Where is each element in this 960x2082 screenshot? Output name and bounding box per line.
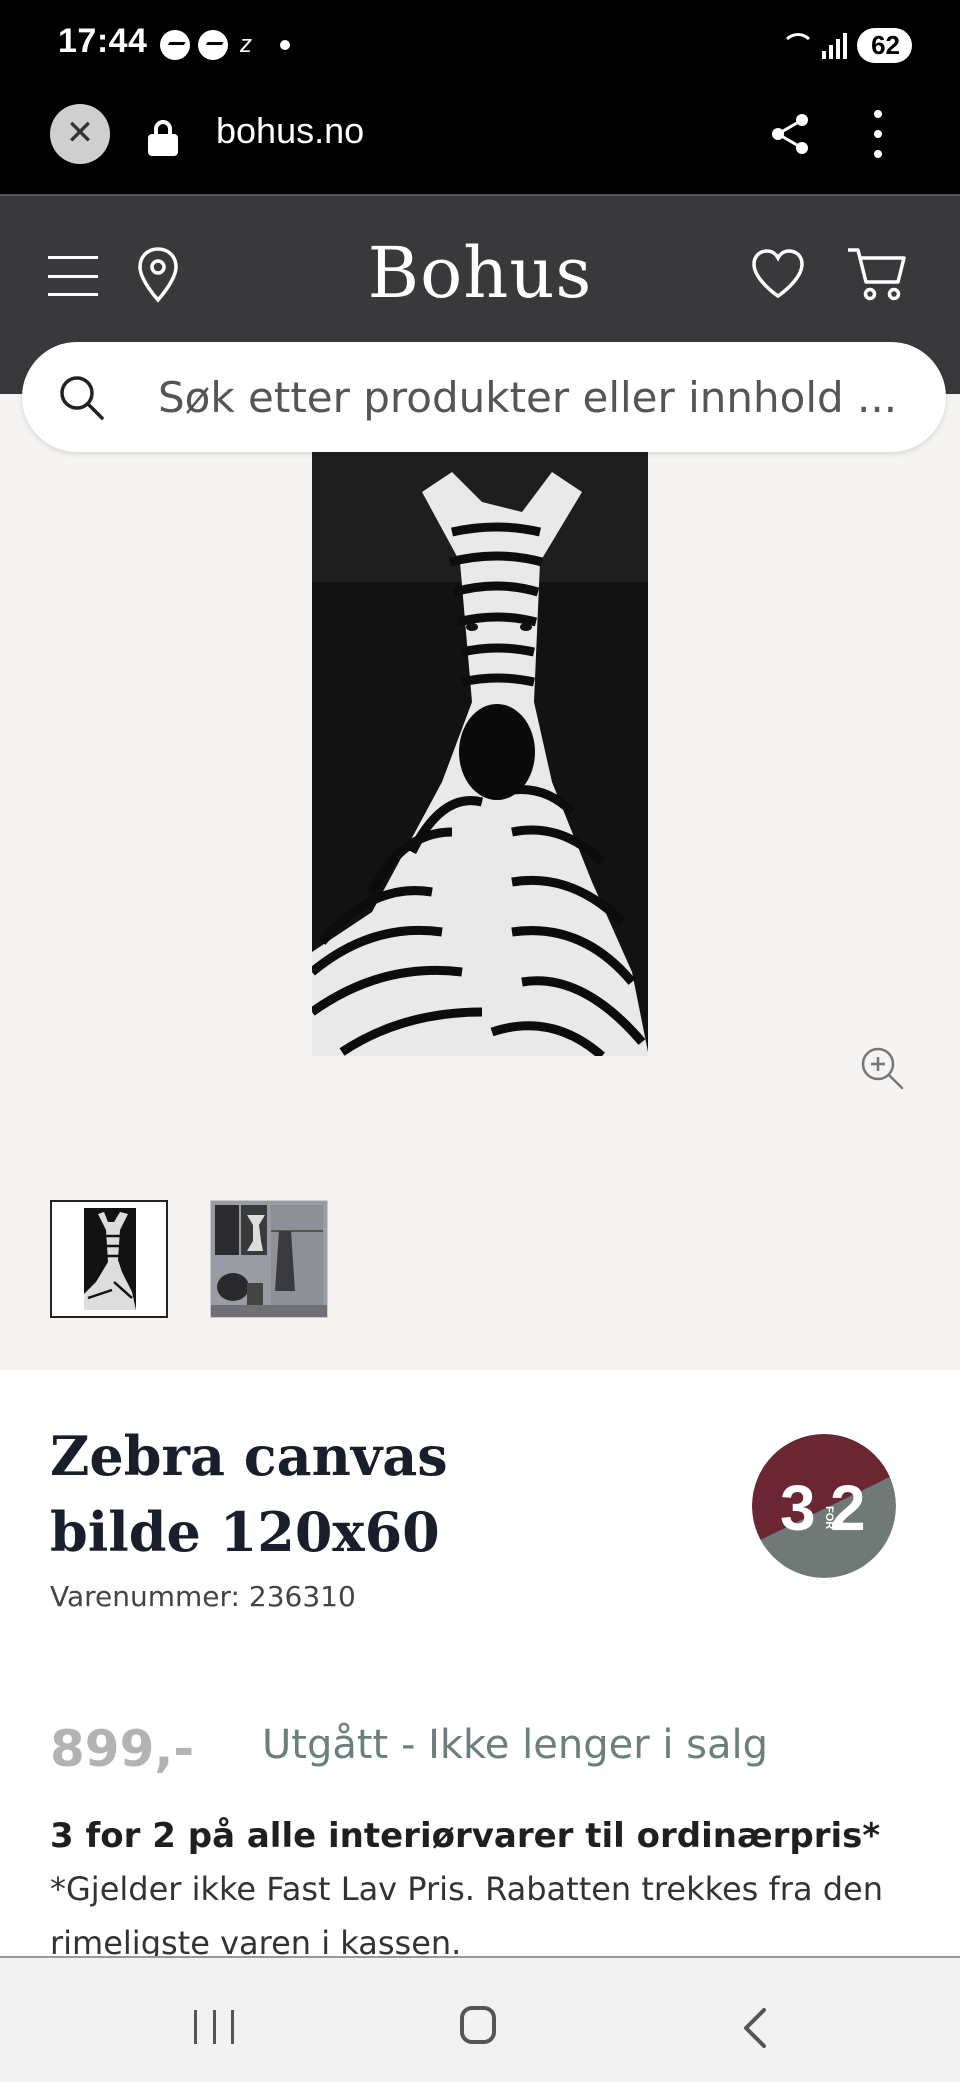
wifi-icon bbox=[778, 32, 816, 59]
lock-icon bbox=[148, 120, 178, 156]
close-tab-button[interactable]: ✕ bbox=[50, 104, 110, 164]
product-title: Zebra canvas bilde 120x60 bbox=[50, 1424, 448, 1564]
status-right: 62 bbox=[778, 28, 912, 63]
zebra-thumbnail-image bbox=[84, 1208, 136, 1310]
status-bar: 17:44 z 62 bbox=[0, 0, 960, 92]
search-bar[interactable] bbox=[22, 342, 946, 452]
zoom-icon[interactable] bbox=[858, 1044, 906, 1092]
promo-title: 3 for 2 på alle interiørvarer til ordinæ… bbox=[50, 1816, 881, 1856]
three-for-two-badge: 3 FOR 2 bbox=[752, 1434, 896, 1578]
search-input[interactable] bbox=[156, 364, 900, 430]
back-icon[interactable] bbox=[736, 2006, 776, 2050]
promo-description: *Gjelder ikke Fast Lav Pris. Rabatten tr… bbox=[50, 1870, 883, 1962]
messenger-icon bbox=[160, 30, 190, 60]
z-icon: z bbox=[240, 31, 252, 58]
bohus-logo[interactable]: Bohus bbox=[0, 232, 960, 314]
share-icon[interactable] bbox=[768, 112, 812, 156]
recents-icon[interactable] bbox=[194, 2010, 234, 2044]
messenger-icon bbox=[198, 30, 228, 60]
product-gallery bbox=[0, 394, 960, 1370]
status-time: 17:44 bbox=[58, 22, 148, 60]
menu-kebab-icon[interactable] bbox=[872, 110, 884, 158]
heart-icon[interactable] bbox=[750, 248, 806, 300]
thumbnail-1[interactable] bbox=[50, 1200, 168, 1318]
product-price: 899,- bbox=[50, 1720, 195, 1778]
search-icon bbox=[60, 376, 104, 420]
battery-indicator: 62 bbox=[857, 28, 912, 63]
badge-number-right: 2 bbox=[830, 1472, 866, 1544]
system-nav-bar bbox=[0, 1956, 960, 2082]
room-thumbnail-image bbox=[211, 1201, 327, 1317]
thumbnail-2[interactable] bbox=[210, 1200, 328, 1318]
notification-icons: z bbox=[160, 30, 290, 60]
url-text[interactable]: bohus.no bbox=[216, 110, 364, 152]
home-icon[interactable] bbox=[460, 2006, 496, 2044]
zebra-product-image[interactable] bbox=[312, 452, 648, 1056]
product-sku: Varenummer: 236310 bbox=[50, 1580, 356, 1613]
badge-number-left: 3 bbox=[780, 1472, 816, 1544]
browser-toolbar: ✕ bohus.no bbox=[0, 92, 960, 194]
dot-icon bbox=[280, 40, 290, 50]
signal-icon bbox=[822, 32, 848, 59]
cart-icon[interactable] bbox=[846, 244, 908, 302]
availability-status: Utgått - Ikke lenger i salg bbox=[262, 1722, 769, 1768]
